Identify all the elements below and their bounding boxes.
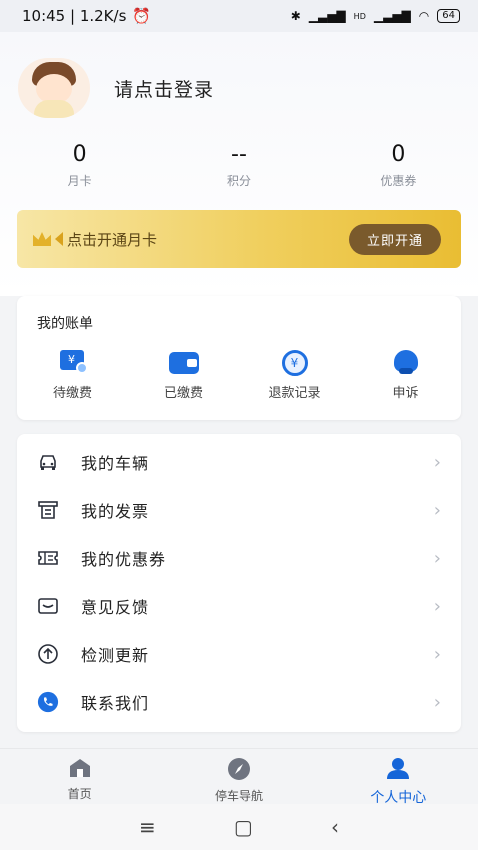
alarm-icon: ⏰ <box>132 7 152 25</box>
chevron-right-icon: › <box>433 643 441 665</box>
bill-label: 待缴费 <box>52 386 92 401</box>
status-time: 10:45 | 1.2K/s <box>22 7 127 25</box>
chevron-right-icon: › <box>433 691 441 713</box>
status-bar: 10:45 | 1.2K/s ⏰ ✱ ▁▃▅▇ HD ▁▃▅▇ ◠ 64 <box>0 0 478 32</box>
month-card-banner[interactable]: 点击开通月卡 立即开通 <box>17 210 461 268</box>
settings-menu-card: 我的车辆 › 我的发票 › 我的优惠券 › 意见反馈 › 检测更新 › 联系我们 <box>17 434 461 732</box>
stat-label: 积分 <box>226 174 251 188</box>
stat-value: 0 <box>72 142 87 167</box>
compass-icon <box>227 757 251 785</box>
bill-item-paid[interactable]: 已缴费 <box>128 350 239 401</box>
menu-label: 联系我们 <box>81 694 150 713</box>
bill-label: 已缴费 <box>163 386 203 401</box>
menu-item-my-coupons[interactable]: 我的优惠券 › <box>17 534 461 582</box>
menu-item-contact-us[interactable]: 联系我们 › <box>17 678 461 726</box>
stat-label: 优惠券 <box>380 174 417 188</box>
menu-label: 我的优惠券 <box>81 550 167 569</box>
menu-item-feedback[interactable]: 意见反馈 › <box>17 582 461 630</box>
signal-icon-2: ▁▃▅▇ <box>373 9 411 23</box>
system-nav-bar: ≡ ▢ ‹ <box>0 804 478 850</box>
tab-label: 停车导航 <box>214 789 263 803</box>
wallet-icon <box>168 350 199 376</box>
refund-icon: ¥ <box>280 350 310 376</box>
customer-service-icon <box>391 350 421 376</box>
stat-value: 0 <box>391 142 406 167</box>
feedback-icon <box>37 595 59 617</box>
menu-item-my-vehicles[interactable]: 我的车辆 › <box>17 438 461 486</box>
bills-title: 我的账单 <box>37 316 93 332</box>
back-icon[interactable]: ‹ <box>331 815 339 839</box>
home-button-icon[interactable]: ▢ <box>234 815 253 839</box>
menu-label: 检测更新 <box>81 646 150 665</box>
stat-value: -- <box>231 142 247 167</box>
chevron-right-icon: › <box>433 595 441 617</box>
stats-row: 0 月卡 -- 积分 0 优惠券 <box>0 140 478 189</box>
wifi-icon: ◠ <box>418 9 430 23</box>
phone-icon <box>37 691 59 713</box>
bill-item-refund[interactable]: ¥ 退款记录 <box>239 350 350 401</box>
avatar[interactable] <box>18 58 90 118</box>
profile-section[interactable]: 请点击登录 <box>18 58 214 118</box>
tab-personal-center[interactable]: 个人中心 <box>319 749 478 806</box>
month-card-text: 点击开通月卡 <box>67 230 158 249</box>
stat-monthly-card[interactable]: 0 月卡 <box>0 140 159 189</box>
activate-now-button[interactable]: 立即开通 <box>348 223 441 255</box>
home-icon <box>68 757 92 783</box>
stat-points[interactable]: -- 积分 <box>159 140 318 189</box>
stat-coupons[interactable]: 0 优惠券 <box>319 140 478 189</box>
my-bills-card: 我的账单 ¥ 待缴费 已缴费 ¥ 退款记录 申诉 <box>17 296 461 420</box>
invoice-icon <box>37 499 59 521</box>
bill-label: 申诉 <box>392 386 419 401</box>
tab-home[interactable]: 首页 <box>0 749 159 804</box>
tab-parking-navigation[interactable]: 停车导航 <box>159 749 318 804</box>
menu-icon[interactable]: ≡ <box>139 815 156 839</box>
login-prompt[interactable]: 请点击登录 <box>114 75 214 102</box>
menu-item-check-update[interactable]: 检测更新 › <box>17 630 461 678</box>
menu-label: 我的车辆 <box>81 454 150 473</box>
chevron-right-icon: › <box>433 547 441 569</box>
bill-item-appeal[interactable]: 申诉 <box>350 350 461 401</box>
tab-label: 首页 <box>67 787 92 801</box>
bluetooth-icon: ✱ <box>290 9 301 23</box>
signal-icon: ▁▃▅▇ <box>308 9 346 23</box>
bottom-tab-bar: 首页 停车导航 个人中心 <box>0 748 478 806</box>
chevron-right-icon: › <box>433 499 441 521</box>
flag-icon <box>55 232 63 246</box>
signal-hd-label: HD <box>353 11 366 21</box>
menu-item-my-invoices[interactable]: 我的发票 › <box>17 486 461 534</box>
menu-label: 意见反馈 <box>81 598 150 617</box>
person-icon <box>385 757 411 785</box>
crown-icon <box>33 232 51 246</box>
car-icon <box>37 451 59 473</box>
update-icon <box>37 643 59 665</box>
pending-payment-icon: ¥ <box>58 350 88 376</box>
chevron-right-icon: › <box>433 451 441 473</box>
bill-label: 退款记录 <box>268 386 321 401</box>
battery-icon: 64 <box>437 9 460 23</box>
bill-item-pending[interactable]: ¥ 待缴费 <box>17 350 128 401</box>
menu-label: 我的发票 <box>81 502 150 521</box>
coupon-icon <box>37 547 59 569</box>
stat-label: 月卡 <box>67 174 92 188</box>
